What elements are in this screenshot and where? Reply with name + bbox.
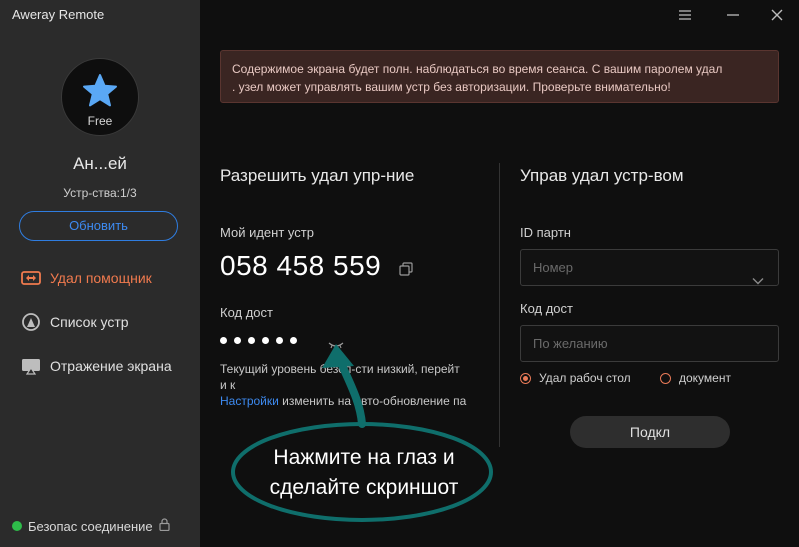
section-divider bbox=[499, 163, 500, 447]
notice-line: . узел может управлять вашим устр без ав… bbox=[232, 80, 671, 94]
partner-id-label: ID партн bbox=[520, 225, 571, 240]
device-id-value: 058 458 559 bbox=[220, 250, 382, 281]
settings-link[interactable]: Настройки bbox=[220, 394, 279, 408]
control-remote-title: Управ удал устр-вом bbox=[520, 166, 684, 185]
partner-id-placeholder: Номер bbox=[533, 260, 574, 275]
device-count: Устр-ства:1/3 bbox=[63, 186, 137, 200]
app-title: Aweray Remote bbox=[12, 7, 105, 22]
app-window: Aweray Remote Free Ан...ей Устр-ства:1/3… bbox=[0, 0, 799, 547]
plan-badge: Free bbox=[87, 114, 113, 128]
partner-code-input[interactable]: По желанию bbox=[520, 325, 779, 362]
star-icon bbox=[83, 74, 117, 107]
partner-code-label: Код дост bbox=[520, 301, 573, 316]
hint-text: Текущий уровень безоп-сти низкий, перейт bbox=[220, 362, 460, 376]
device-list-icon bbox=[20, 312, 42, 332]
annotation-line: сделайте скриншот bbox=[269, 476, 459, 499]
eye-icon[interactable] bbox=[328, 338, 344, 356]
minimize-icon[interactable] bbox=[722, 4, 744, 26]
copy-icon[interactable] bbox=[399, 262, 413, 281]
nav-item-label: Отражение экрана bbox=[50, 358, 172, 374]
lock-icon bbox=[159, 518, 170, 534]
hint-text: и к bbox=[220, 378, 236, 392]
nav-item-label: Список устр bbox=[50, 314, 129, 330]
hint-text: изменить на авто-обновление па bbox=[278, 394, 467, 408]
close-icon[interactable] bbox=[766, 4, 788, 26]
nav-item-screen-mirror[interactable]: Отражение экрана bbox=[20, 354, 172, 378]
allow-remote-title: Разрешить удал упр-ние bbox=[220, 166, 415, 185]
partner-code-placeholder: По желанию bbox=[533, 336, 608, 351]
radio-unchecked-icon bbox=[660, 372, 671, 384]
status-dot bbox=[12, 521, 22, 531]
nav-item-device-list[interactable]: Список устр bbox=[20, 310, 129, 334]
access-code-masked bbox=[220, 337, 304, 344]
screen-mirror-icon bbox=[20, 356, 42, 376]
secure-connection-status: Безопас соединение bbox=[12, 518, 170, 534]
avatar[interactable]: Free bbox=[61, 58, 139, 136]
partner-id-input[interactable]: Номер bbox=[520, 249, 779, 286]
security-hint: Текущий уровень безоп-сти низкий, перейт… bbox=[220, 361, 500, 409]
radio-checked-icon bbox=[520, 372, 531, 384]
radio-label: документ bbox=[679, 371, 731, 385]
annotation-line: Нажмите на глаз и bbox=[273, 446, 455, 469]
security-notice: Содержимое экрана будет полн. наблюдатьс… bbox=[220, 50, 779, 103]
access-code-label: Код дост bbox=[220, 305, 273, 320]
chevron-down-icon[interactable] bbox=[752, 263, 764, 298]
device-id-label: Мой идент устр bbox=[220, 225, 314, 240]
notice-line: Содержимое экрана будет полн. наблюдатьс… bbox=[232, 62, 723, 76]
connect-button[interactable]: Подкл bbox=[570, 416, 730, 448]
annotation-text: Нажмите на глаз и сделайте скриншот bbox=[238, 443, 490, 503]
upgrade-button[interactable]: Обновить bbox=[19, 211, 178, 241]
nav-item-label: Удал помощник bbox=[50, 270, 152, 286]
menu-icon[interactable] bbox=[674, 4, 696, 26]
user-name: Ан...ей bbox=[73, 154, 127, 173]
secure-connection-label: Безопас соединение bbox=[28, 518, 153, 534]
radio-remote-desktop[interactable]: Удал рабоч стол bbox=[520, 371, 631, 385]
remote-assist-icon bbox=[20, 268, 42, 288]
nav-item-remote-assist[interactable]: Удал помощник bbox=[20, 266, 152, 290]
radio-label: Удал рабоч стол bbox=[539, 371, 631, 385]
sidebar: Aweray Remote Free Ан...ей Устр-ства:1/3… bbox=[0, 0, 200, 547]
radio-document[interactable]: документ bbox=[660, 371, 731, 385]
